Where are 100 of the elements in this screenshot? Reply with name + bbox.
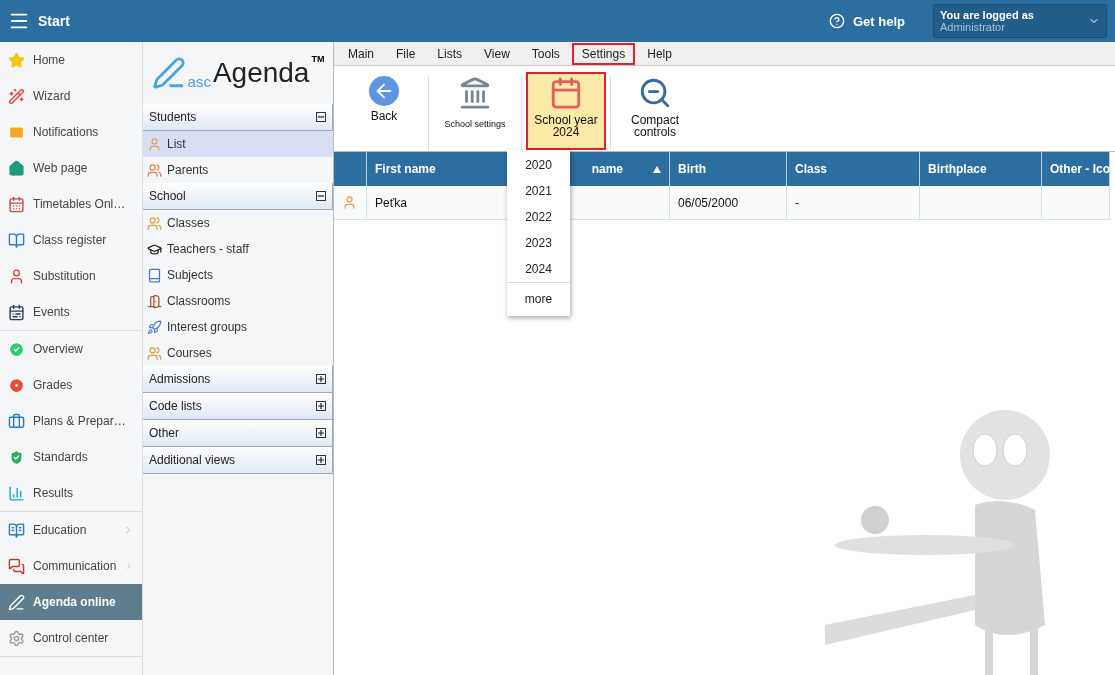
section-title: Admissions — [149, 372, 211, 386]
expand-icon[interactable] — [316, 428, 326, 438]
nav-item[interactable]: Plans & Prepar… — [0, 403, 142, 439]
item-icon — [147, 136, 162, 152]
menu-tab[interactable]: Help — [637, 42, 682, 65]
nav-icon — [8, 629, 25, 647]
nav-icon — [8, 51, 25, 69]
nav-item[interactable]: Timetables Onl… — [0, 186, 142, 222]
item-icon — [147, 319, 162, 335]
nav-icon — [8, 195, 25, 213]
item-icon — [147, 215, 162, 231]
expand-icon[interactable] — [316, 401, 326, 411]
item-icon — [147, 293, 162, 309]
section-item[interactable]: List — [143, 131, 333, 157]
nav-item[interactable]: Agenda online — [0, 584, 142, 620]
calendar-icon — [549, 76, 583, 110]
year-option[interactable]: 2024 — [507, 256, 570, 282]
nav-item[interactable]: Wizard — [0, 78, 142, 114]
pen-icon — [151, 56, 186, 90]
building-icon — [458, 76, 492, 110]
nav-item[interactable]: Standards — [0, 439, 142, 475]
section-title: Code lists — [149, 399, 202, 413]
student-icon — [342, 195, 357, 210]
nav-item[interactable]: Notifications — [0, 114, 142, 150]
toolbar-button[interactable]: Compact controls — [615, 72, 695, 150]
nav-icon — [8, 593, 25, 611]
menu-tab[interactable]: File — [386, 42, 426, 65]
help-button[interactable]: Get help — [823, 12, 911, 30]
magnifier-icon — [638, 76, 672, 110]
nav-icon — [8, 231, 25, 249]
header-cell — [334, 152, 367, 186]
nav-item[interactable]: Class register — [0, 222, 142, 258]
section-title: School — [149, 189, 186, 203]
section-header[interactable]: Admissions — [143, 366, 333, 393]
toolbar-button[interactable]: Back — [344, 72, 424, 150]
table-cell: - — [787, 186, 920, 220]
nav-item[interactable]: Substitution — [0, 258, 142, 294]
column-header[interactable]: Class — [787, 152, 920, 186]
menu-tab[interactable]: Lists — [427, 42, 473, 65]
section-item[interactable]: Courses — [143, 340, 333, 366]
table-cell — [1042, 186, 1110, 220]
nav-icon — [8, 376, 25, 394]
year-option[interactable]: 2023 — [507, 230, 570, 256]
menu-tab[interactable]: Main — [338, 42, 384, 65]
item-icon — [147, 345, 162, 361]
table-cell: 06/05/2000 — [670, 186, 787, 220]
nav-icon — [8, 484, 25, 502]
section-header[interactable]: Students — [143, 104, 333, 131]
menu-tab[interactable]: View — [474, 42, 520, 65]
nav-item[interactable]: Education — [0, 512, 142, 548]
nav-item[interactable]: Overview — [0, 331, 142, 367]
nav-icon — [8, 123, 25, 141]
collapse-icon[interactable] — [316, 191, 326, 201]
section-header[interactable]: Other — [143, 420, 333, 447]
nav-item[interactable]: Grades — [0, 367, 142, 403]
item-icon — [147, 241, 162, 257]
nav-icon — [8, 159, 25, 177]
nav-icon — [8, 267, 25, 285]
menu-tab[interactable]: Settings — [571, 42, 636, 65]
section-item[interactable]: Subjects — [143, 262, 333, 288]
nav-icon — [8, 303, 25, 321]
nav-item[interactable]: Communication — [0, 548, 142, 584]
nav-icon — [8, 521, 25, 539]
section-item[interactable]: Interest groups — [143, 314, 333, 340]
expand-icon[interactable] — [316, 455, 326, 465]
section-header[interactable]: Additional views — [143, 447, 333, 474]
section-item[interactable]: Classes — [143, 210, 333, 236]
more-option[interactable]: more — [507, 282, 570, 314]
nav-item[interactable]: Home — [0, 42, 142, 78]
item-icon — [147, 162, 162, 178]
section-header[interactable]: Code lists — [143, 393, 333, 420]
section-item[interactable]: Teachers - staff — [143, 236, 333, 262]
item-icon — [147, 267, 162, 283]
section-item[interactable]: Classrooms — [143, 288, 333, 314]
nav-item[interactable]: Control center — [0, 620, 142, 656]
section-title: Other — [149, 426, 179, 440]
nav-icon — [8, 412, 25, 430]
section-item[interactable]: Parents — [143, 157, 333, 183]
section-header[interactable]: School — [143, 183, 333, 210]
app-title: Start — [38, 13, 70, 29]
column-header[interactable]: Birth — [670, 152, 787, 186]
nav-item[interactable]: Web page — [0, 150, 142, 186]
column-header[interactable]: Other - Ico — [1042, 152, 1110, 186]
collapse-icon[interactable] — [316, 112, 326, 122]
toolbar-button[interactable]: School year 2024 — [526, 72, 606, 150]
section-title: Additional views — [149, 453, 236, 467]
nav-item[interactable]: Events — [0, 294, 142, 330]
user-dropdown[interactable]: You are logged as Administrator — [933, 4, 1107, 38]
nav-icon — [8, 557, 25, 575]
nav-icon — [8, 448, 25, 466]
section-title: Students — [149, 110, 197, 124]
nav-icon — [8, 87, 25, 105]
help-icon — [829, 13, 845, 29]
expand-icon[interactable] — [316, 374, 326, 384]
menu-tab[interactable]: Tools — [521, 42, 570, 65]
nav-item[interactable]: Results — [0, 475, 142, 511]
column-header[interactable]: Birthplace — [920, 152, 1042, 186]
user-label: You are logged as — [940, 9, 1035, 21]
user-name: Administrator — [940, 21, 1006, 33]
toolbar-button[interactable]: School settings — [433, 72, 517, 150]
